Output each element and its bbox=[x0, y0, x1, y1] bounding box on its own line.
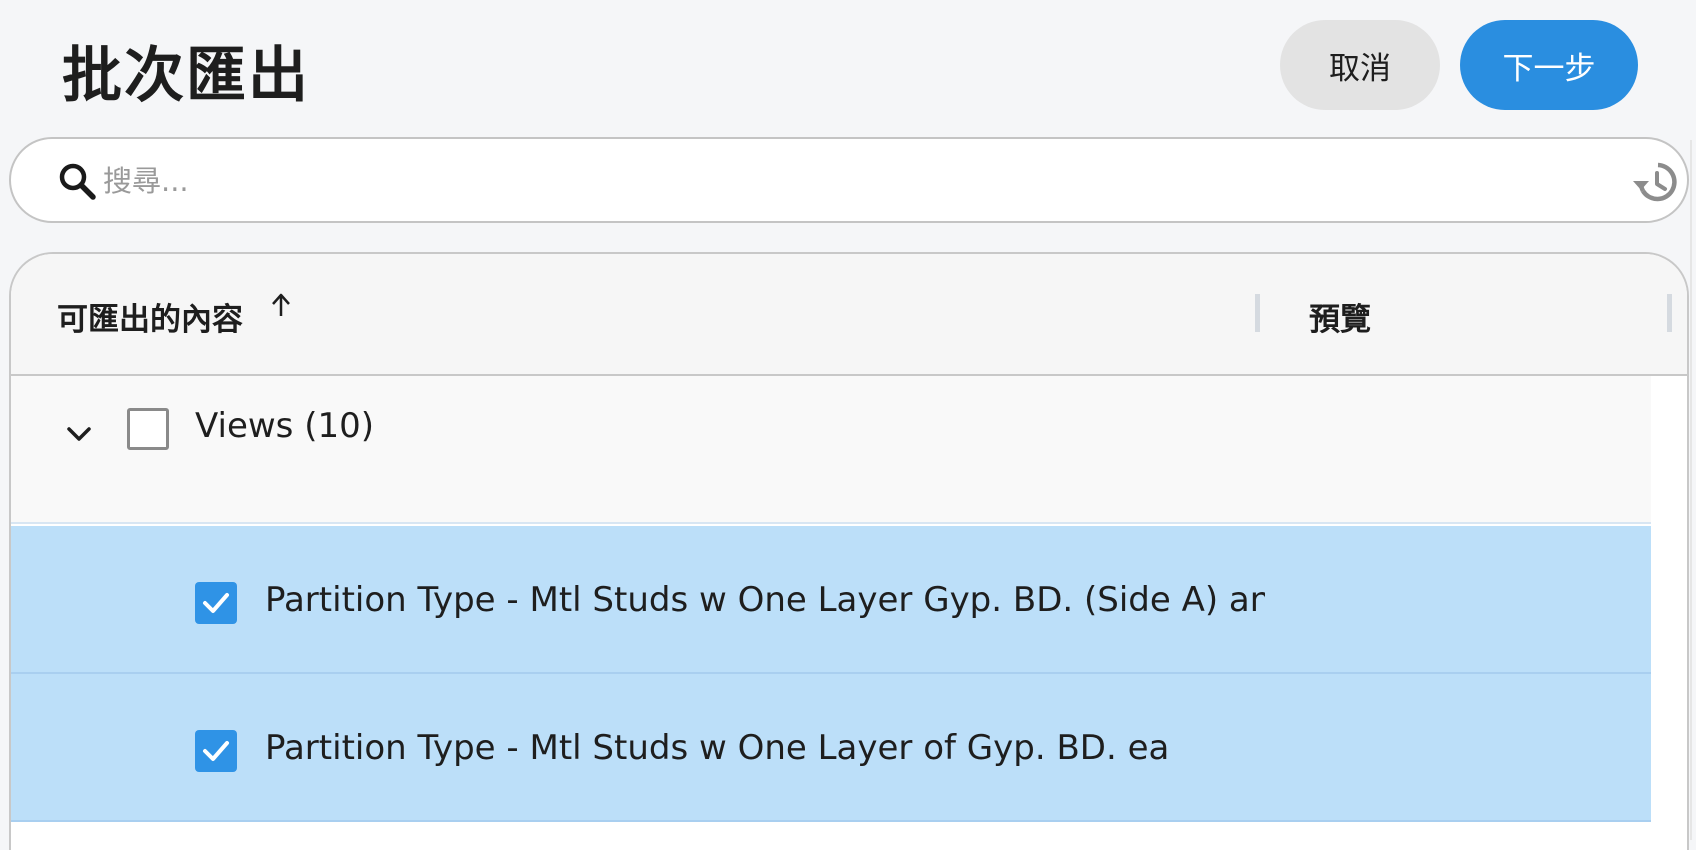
column-resize-handle[interactable] bbox=[1255, 294, 1260, 332]
group-row-views[interactable]: Views (10) bbox=[11, 376, 1651, 524]
row-checkbox[interactable] bbox=[195, 582, 237, 624]
arrow-up-icon[interactable] bbox=[269, 290, 293, 322]
scrollbar-track[interactable] bbox=[1690, 140, 1692, 840]
history-icon[interactable] bbox=[1631, 157, 1681, 207]
column-resize-handle[interactable] bbox=[1667, 294, 1672, 332]
batch-export-page: 批次匯出 取消 下一步 可匯出的內容 預覽 bbox=[0, 0, 1696, 850]
page-title: 批次匯出 bbox=[62, 41, 310, 111]
row-checkbox[interactable] bbox=[195, 730, 237, 772]
table-row-partial bbox=[11, 822, 1651, 850]
export-content-table: 可匯出的內容 預覽 Views (10) Partition Type - Mt… bbox=[9, 252, 1689, 850]
row-label: Partition Type - Mtl Studs w One Layer G… bbox=[265, 580, 1265, 620]
group-label: Views (10) bbox=[195, 406, 374, 446]
search-input[interactable] bbox=[101, 153, 1605, 209]
group-checkbox[interactable] bbox=[127, 408, 169, 450]
table-row[interactable]: Partition Type - Mtl Studs w One Layer o… bbox=[11, 674, 1651, 822]
column-header-preview[interactable]: 預覽 bbox=[1309, 294, 1371, 339]
row-label: Partition Type - Mtl Studs w One Layer o… bbox=[265, 728, 1170, 768]
column-header-content[interactable]: 可匯出的內容 bbox=[57, 294, 243, 339]
checkmark-icon bbox=[203, 741, 229, 761]
cancel-button[interactable]: 取消 bbox=[1280, 20, 1440, 110]
search-icon bbox=[59, 163, 96, 200]
table-row[interactable]: Partition Type - Mtl Studs w One Layer G… bbox=[11, 526, 1651, 674]
table-header: 可匯出的內容 預覽 bbox=[11, 254, 1687, 376]
checkmark-icon bbox=[203, 593, 229, 613]
next-button[interactable]: 下一步 bbox=[1460, 20, 1638, 110]
chevron-down-icon[interactable] bbox=[59, 414, 99, 454]
search-bar[interactable] bbox=[9, 137, 1689, 223]
